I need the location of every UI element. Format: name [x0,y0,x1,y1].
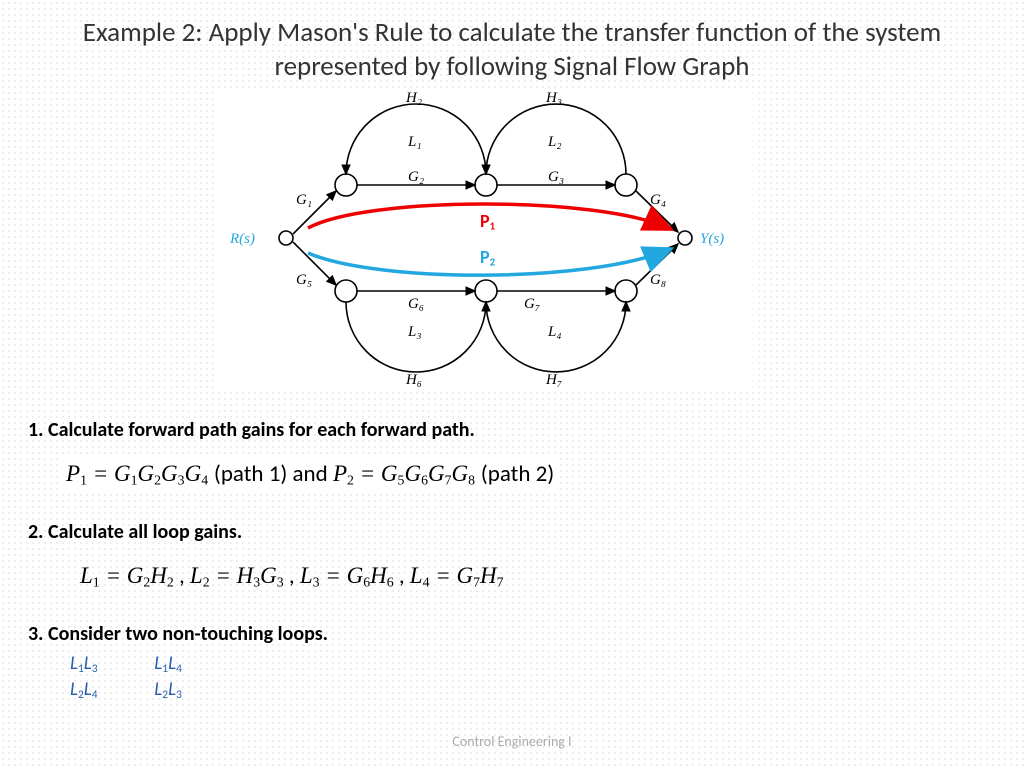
svg-text:G₇: G₇ [524,296,540,312]
svg-text:G₃: G₃ [548,169,564,185]
step-1-equation: P1 = G1G2G3G4 (path 1) and P2 = G5G6G7G8… [60,458,560,490]
svg-text:G₂: G₂ [408,169,424,185]
lbl-h7: H₇ [545,372,562,388]
lbl-h3: H₃ [545,90,562,106]
step-3-heading: 3. Consider two non-touching loops. [28,622,996,646]
nontouching-row2: L2L4 L2L3 [70,678,234,702]
nontouching-row1: L1L3 L1L4 [70,652,234,676]
output-label: Y(s) [700,231,724,247]
step-2-equation: L1 = G2H2 , L2 = H3G3 , L3 = G6H6 , L4 =… [80,562,504,590]
slide-title: Example 2: Apply Mason's Rule to calcula… [0,16,1024,84]
lbl-h6: H₆ [405,372,422,388]
lbl-h2: H₂ [405,90,422,106]
path-p2-label: P2 [480,246,495,269]
svg-text:G₅: G₅ [296,272,312,288]
path-p1-label: P1 [480,210,495,233]
svg-text:G₄: G₄ [650,192,666,208]
signal-flow-graph: H₂ H₃ H₆ H₇ L₁ L₂ L₃ L₄ G₁ G₂ G₃ G₄ G₅ G₆ G₇ G… [218,88,753,388]
svg-text:G₁: G₁ [296,192,312,208]
step-1-heading: 1. Calculate forward path gains for each… [28,418,996,442]
step-2-heading: 2. Calculate all loop gains. [28,520,996,544]
slide-footer: Control Engineering I [0,733,1024,750]
svg-text:G₆: G₆ [408,296,424,312]
lbl-l3: L₃ [407,324,422,340]
lbl-l1: L₁ [407,134,422,150]
input-label: R(s) [229,231,255,247]
lbl-l4: L₄ [547,324,562,340]
lbl-l2: L₂ [547,134,562,150]
svg-text:G₈: G₈ [650,272,666,288]
